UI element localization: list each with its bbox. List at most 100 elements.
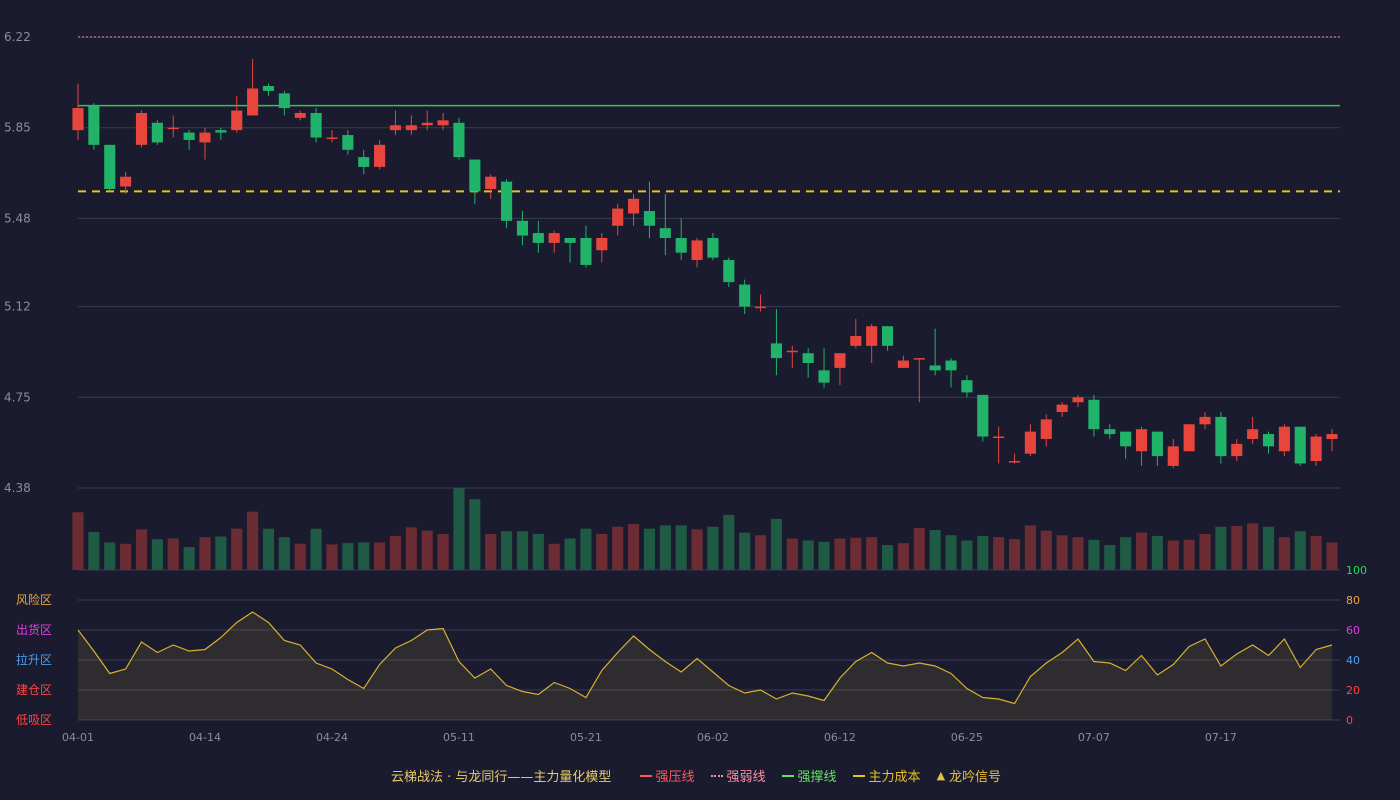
oscillator-zone-label: 风险区 xyxy=(16,592,52,607)
legend-marker-icon: ▲ xyxy=(936,769,946,782)
candle-body xyxy=(1072,397,1084,403)
candle-body xyxy=(231,110,243,131)
volume-bar xyxy=(421,530,433,570)
volume-bar xyxy=(659,525,671,570)
candle-body xyxy=(342,135,354,150)
volume-bar xyxy=(723,514,735,570)
date-tick-label: 05-21 xyxy=(570,731,602,744)
price-tick-label: 6.22 xyxy=(4,30,31,44)
candle-body xyxy=(1104,429,1116,435)
candle-body xyxy=(1151,431,1163,457)
candle-body xyxy=(135,112,148,145)
volume-bar xyxy=(104,542,116,570)
candle-body xyxy=(596,237,608,251)
candle-body xyxy=(485,176,497,189)
oscillator-tick-label: 0 xyxy=(1346,714,1353,727)
volume-bar xyxy=(310,528,322,570)
volume-bar xyxy=(739,532,751,570)
candle-body xyxy=(770,343,782,359)
volume-bar xyxy=(1120,537,1132,570)
chart-legend: 云梯战法 · 与龙同行——主力量化模型 强压线 强弱线 强撑线 主力成本 ▲ 龙吟信号 xyxy=(0,766,1400,786)
price-tick-label: 4.75 xyxy=(4,390,31,404)
candle-body xyxy=(88,105,100,145)
candle-body xyxy=(72,108,84,131)
candle-body xyxy=(1120,431,1132,447)
volume-bar xyxy=(564,538,576,570)
candle-body xyxy=(215,130,227,133)
candle-body xyxy=(358,157,370,167)
volume-bar xyxy=(1040,530,1052,570)
candle-body xyxy=(516,220,529,236)
volume-bar xyxy=(1310,535,1322,570)
candle-body xyxy=(389,125,402,131)
legend-item: 强压线 xyxy=(639,766,695,785)
volume-bar xyxy=(437,533,449,570)
volume-bar xyxy=(834,538,846,570)
volume-bar xyxy=(1278,537,1290,570)
volume-bar xyxy=(326,544,338,570)
volume-bar xyxy=(1151,535,1163,570)
candle-body xyxy=(755,306,767,309)
volume-bar xyxy=(691,529,703,570)
candle-body xyxy=(1247,429,1259,439)
candle-body xyxy=(1183,424,1195,452)
price-tick-label: 5.85 xyxy=(4,121,31,135)
candle-body xyxy=(501,181,513,221)
candle-body xyxy=(580,237,592,265)
volume-bar xyxy=(516,531,529,570)
volume-bar xyxy=(1024,525,1036,570)
price-tick-label: 5.48 xyxy=(4,211,31,225)
candle-body xyxy=(453,122,465,158)
date-tick-label: 05-11 xyxy=(443,731,475,744)
price-gridlines xyxy=(78,36,1340,489)
candle-body xyxy=(1262,434,1275,447)
oscillator-zone-label: 出货区 xyxy=(16,622,52,637)
volume-bar xyxy=(1167,540,1179,570)
price-tick-label: 4.38 xyxy=(4,481,31,495)
legend-label: 主力成本 xyxy=(868,770,921,785)
candle-body xyxy=(1310,436,1322,462)
candle-body xyxy=(421,122,433,126)
volume-bar xyxy=(1262,526,1275,570)
candle-body xyxy=(628,198,640,214)
candle-body xyxy=(405,125,417,131)
oscillator-tick-label: 80 xyxy=(1346,594,1360,607)
candle-body xyxy=(913,358,925,360)
candle-body xyxy=(691,240,703,261)
volume-bar xyxy=(786,538,798,570)
candle-body xyxy=(247,88,259,116)
volume-bar xyxy=(405,527,417,570)
volume-bar xyxy=(1008,539,1021,570)
candle-body xyxy=(104,144,116,189)
volume-bar xyxy=(1199,533,1211,570)
candle-body xyxy=(818,370,830,383)
volume-bar xyxy=(628,524,640,570)
volume-bar xyxy=(612,526,624,570)
oscillator-tick-label: 60 xyxy=(1346,624,1360,637)
legend-item: ▲ 龙吟信号 xyxy=(937,766,1001,785)
candle-body xyxy=(659,228,671,238)
volume-bar xyxy=(88,531,100,570)
candle-body xyxy=(739,284,751,307)
volume-bars xyxy=(72,488,1338,570)
volume-bar xyxy=(151,539,163,570)
candle-body xyxy=(183,132,195,140)
legend-marker-icon xyxy=(710,774,723,777)
candle-body xyxy=(866,326,878,346)
volume-bar xyxy=(135,529,148,570)
candle-body xyxy=(643,211,655,226)
candle-body xyxy=(897,360,909,368)
volume-bar xyxy=(961,540,973,570)
chart-canvas: 6.22 5.85 5.48 5.12 4.75 4.38 100 80 60 40 20 0 风险区… xyxy=(4,30,1367,744)
candle-body xyxy=(151,122,163,143)
candle-body xyxy=(278,93,290,109)
volume-bar xyxy=(485,533,497,570)
volume-bar xyxy=(580,528,592,570)
candle-body xyxy=(294,112,306,118)
volume-bar xyxy=(120,543,132,570)
candle-body xyxy=(120,176,132,187)
volume-bar xyxy=(358,542,370,570)
volume-bar xyxy=(231,528,243,570)
candle-body xyxy=(929,365,941,371)
volume-bar xyxy=(278,537,290,570)
